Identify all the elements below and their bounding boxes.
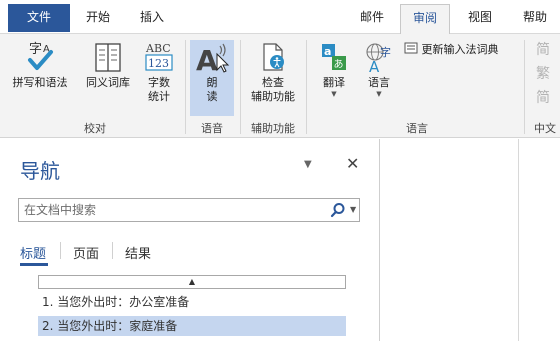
translate-button[interactable]: a あ 翻译 ▼ — [312, 40, 356, 98]
document-canvas[interactable] — [381, 139, 560, 341]
update-ime-dictionary-button[interactable]: 更新输入法词典 — [404, 42, 499, 58]
word-count-label-line1: 字数 — [148, 76, 170, 89]
group-label-language: 语言 — [406, 122, 428, 135]
spelling-check-icon: 字 A — [28, 42, 53, 70]
collapse-all-button[interactable]: ▲ — [38, 275, 346, 289]
ime-dictionary-icon — [404, 42, 418, 54]
check-accessibility-label-line2: 辅助功能 — [251, 90, 295, 103]
tab-headings[interactable]: 标题 — [20, 243, 46, 262]
tab-file[interactable]: 文件 — [8, 4, 70, 32]
ribbon: 字 A 拼写和语法 同义词库 ABC 123 字数 统计 校对 A 朗 读 语音… — [0, 34, 560, 138]
search-input[interactable] — [19, 199, 319, 221]
traditional-to-simplified-button[interactable]: 繁 — [536, 66, 550, 82]
active-tab-indicator — [20, 263, 48, 266]
read-aloud-icon: A — [196, 43, 230, 74]
svg-text:A: A — [196, 44, 218, 74]
read-aloud-label-line1: 朗 — [206, 76, 218, 89]
thesaurus-book-icon — [95, 43, 121, 72]
chinese-conversion-button[interactable]: 简 — [536, 90, 550, 106]
navigation-pane-title: 导航 — [20, 159, 60, 183]
language-globe-icon: 字 A — [366, 43, 391, 74]
spelling-grammar-button[interactable]: 字 A 拼写和语法 — [4, 40, 76, 90]
search-options-chevron-down-icon[interactable]: ▼ — [350, 205, 356, 214]
simplified-to-traditional-button[interactable]: 简 — [536, 42, 550, 58]
accessibility-check-icon — [263, 43, 284, 71]
group-label-accessibility: 辅助功能 — [251, 122, 295, 135]
ribbon-tab-bar: 文件 开始 插入 邮件 审阅 视图 帮助 — [0, 0, 560, 35]
tab-review[interactable]: 审阅 — [400, 4, 450, 35]
word-count-abc123-icon: ABC 123 — [145, 42, 173, 71]
tab-divider — [60, 242, 61, 259]
svg-text:ABC: ABC — [145, 42, 171, 55]
svg-text:あ: あ — [334, 59, 344, 71]
page-margin-guide — [518, 139, 519, 341]
tab-insert[interactable]: 插入 — [130, 4, 174, 34]
group-separator — [240, 40, 241, 134]
tab-view[interactable]: 视图 — [458, 4, 502, 34]
tab-home[interactable]: 开始 — [78, 4, 118, 34]
group-label-chinese: 中文 — [534, 122, 556, 135]
read-aloud-button[interactable]: A 朗 读 — [190, 40, 234, 116]
close-icon[interactable]: ✕ — [346, 154, 359, 173]
check-accessibility-button[interactable]: 检查 辅助功能 — [244, 40, 302, 104]
language-label: 语言 — [368, 76, 390, 89]
svg-text:字: 字 — [380, 45, 391, 59]
navigation-pane: 导航 ▼ ✕ ▼ 标题 页面 结果 ▲ 1. 当您外出时：办公室准备 2. 当您… — [0, 139, 380, 341]
svg-text:a: a — [324, 45, 331, 58]
read-aloud-label-line2: 读 — [206, 90, 218, 103]
svg-text:A: A — [369, 58, 380, 74]
tab-pages[interactable]: 页面 — [73, 243, 99, 262]
translate-icon: a あ — [322, 44, 346, 71]
pane-options-chevron-down-icon[interactable]: ▼ — [304, 159, 312, 170]
heading-list-item[interactable]: 1. 当您外出时：办公室准备 — [38, 292, 346, 312]
spelling-label: 拼写和语法 — [12, 76, 68, 89]
collapse-up-icon: ▲ — [188, 277, 196, 286]
tab-divider — [112, 242, 113, 259]
check-accessibility-label-line1: 检查 — [262, 76, 284, 89]
word-count-button[interactable]: ABC 123 字数 统计 — [138, 40, 180, 104]
group-separator — [306, 40, 307, 134]
thesaurus-label: 同义词库 — [86, 76, 130, 89]
word-count-label-line2: 统计 — [148, 90, 170, 103]
translate-label: 翻译 — [323, 76, 345, 89]
tab-results[interactable]: 结果 — [125, 243, 151, 262]
chevron-down-icon: ▼ — [376, 90, 382, 98]
thesaurus-button[interactable]: 同义词库 — [80, 40, 136, 90]
group-label-proofing: 校对 — [84, 122, 106, 135]
tab-help[interactable]: 帮助 — [510, 4, 560, 34]
search-box: ▼ — [18, 198, 360, 222]
search-icon[interactable] — [330, 202, 346, 218]
svg-text:字: 字 — [29, 42, 42, 57]
language-button[interactable]: 字 A 语言 ▼ — [356, 40, 402, 98]
group-separator — [524, 40, 525, 134]
group-label-speech: 语音 — [201, 122, 223, 135]
group-separator — [185, 40, 186, 134]
update-ime-dictionary-label: 更新输入法词典 — [421, 43, 499, 56]
svg-text:123: 123 — [148, 57, 169, 70]
tab-mailings[interactable]: 邮件 — [352, 4, 392, 34]
chevron-down-icon: ▼ — [331, 90, 337, 98]
heading-list-item-selected[interactable]: 2. 当您外出时：家庭准备 — [38, 316, 346, 336]
